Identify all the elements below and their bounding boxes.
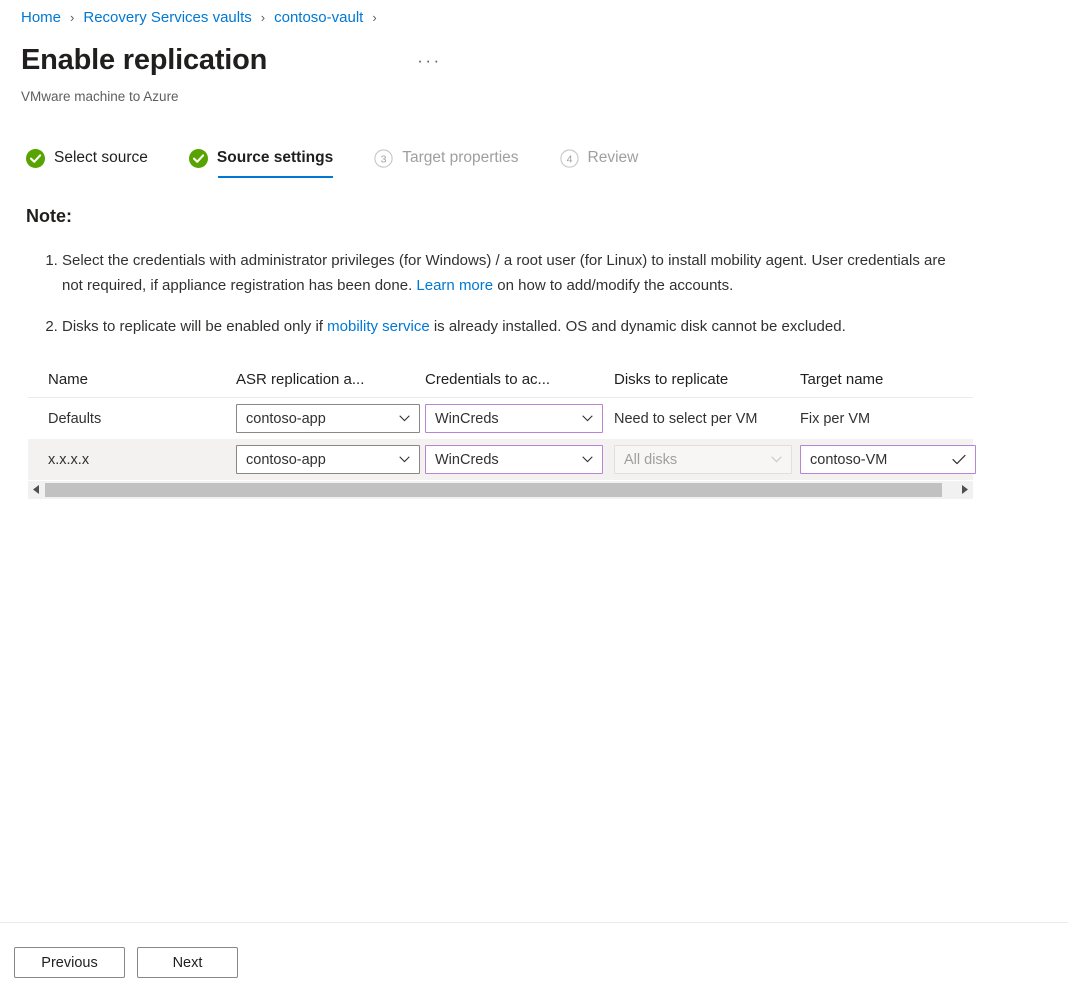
- chevron-right-icon: ›: [70, 10, 75, 25]
- note-item-disks-text-before: Disks to replicate will be enabled only …: [62, 318, 328, 335]
- check-circle-icon: [26, 148, 45, 168]
- wizard-step-review[interactable]: 4 Review: [559, 148, 639, 181]
- scroll-right-arrow-icon[interactable]: [956, 480, 973, 499]
- row-credentials-cell: WinCreds: [425, 404, 614, 433]
- asr-replication-policy-value: contoso-app: [246, 410, 326, 427]
- row-name: x.x.x.x: [48, 451, 90, 468]
- row-asr-policy-cell: contoso-app: [236, 445, 425, 474]
- note-item-disks: Disks to replicate will be enabled only …: [62, 314, 958, 339]
- column-header-credentials: Credentials to ac...: [425, 370, 551, 388]
- breadcrumb-item-contoso-vault[interactable]: contoso-vault: [274, 8, 363, 28]
- wizard-step-select-source[interactable]: Select source: [26, 148, 148, 181]
- scrollbar-thumb[interactable]: [45, 482, 943, 497]
- chevron-right-icon: ›: [260, 10, 266, 25]
- chevron-down-icon: [582, 456, 593, 463]
- target-name-input[interactable]: contoso-VM: [800, 445, 976, 474]
- column-header-asr-policy: ASR replication a...: [236, 370, 365, 388]
- wizard-steps: Select source Source settings 3 Target p…: [26, 148, 638, 181]
- table-header-row: Name ASR replication a... Credentials to…: [28, 362, 973, 398]
- horizontal-scrollbar[interactable]: [28, 480, 973, 499]
- wizard-step-source-settings[interactable]: Source settings: [188, 148, 334, 181]
- disks-to-replicate-dropdown: All disks: [614, 445, 792, 474]
- asr-replication-policy-dropdown[interactable]: contoso-app: [236, 404, 420, 433]
- row-disks-cell: All disks: [614, 445, 800, 474]
- column-header-name: Name: [48, 370, 89, 388]
- footer-divider: [0, 922, 1068, 923]
- mobility-service-link[interactable]: mobility service: [327, 318, 430, 335]
- column-header-target-name: Target name: [800, 370, 884, 388]
- step-number-circle-icon: 4: [559, 148, 579, 168]
- step-number-circle-icon: 3: [374, 148, 393, 168]
- column-header-disks: Disks to replicate: [614, 370, 729, 388]
- note-item-credentials-text-after: on how to add/modify the accounts.: [493, 277, 734, 294]
- disks-to-replicate-value: All disks: [624, 451, 678, 468]
- row-credentials-cell: WinCreds: [425, 445, 614, 474]
- wizard-step-label: Target properties: [402, 149, 519, 166]
- breadcrumb-item-recovery-services-vaults[interactable]: Recovery Services vaults: [83, 8, 251, 28]
- wizard-step-target-properties[interactable]: 3 Target properties: [374, 148, 519, 181]
- chevron-down-icon: [399, 456, 410, 463]
- wizard-step-label: Review: [587, 149, 639, 166]
- credentials-dropdown[interactable]: WinCreds: [425, 445, 603, 474]
- check-circle-icon: [188, 148, 208, 168]
- source-settings-table: Name ASR replication a... Credentials to…: [28, 362, 976, 499]
- credentials-dropdown[interactable]: WinCreds: [425, 404, 603, 433]
- row-name: Defaults: [48, 410, 102, 427]
- table-row: x.x.x.x contoso-app WinCreds All disks c…: [28, 439, 976, 480]
- breadcrumb: Home › Recovery Services vaults › contos…: [21, 8, 377, 28]
- row-asr-policy-cell: contoso-app: [236, 404, 425, 433]
- note-item-credentials: Select the credentials with administrato…: [62, 248, 958, 298]
- table-row: Defaults contoso-app WinCreds Need to se…: [28, 398, 973, 439]
- row-disks-value: Need to select per VM: [614, 410, 758, 427]
- learn-more-link[interactable]: Learn more: [416, 277, 493, 294]
- chevron-down-icon: [399, 415, 410, 422]
- footer-actions: Previous Next: [14, 947, 238, 978]
- asr-replication-policy-value: contoso-app: [246, 451, 326, 468]
- svg-text:3: 3: [381, 153, 387, 165]
- wizard-step-label: Source settings: [216, 149, 334, 166]
- credentials-value: WinCreds: [435, 451, 499, 468]
- page-title-row: Enable replication ···: [21, 40, 442, 80]
- enable-replication-page: Home › Recovery Services vaults › contos…: [0, 0, 1068, 990]
- page-title: Enable replication: [21, 44, 268, 76]
- asr-replication-policy-dropdown[interactable]: contoso-app: [236, 445, 420, 474]
- note-list: Select the credentials with administrato…: [26, 248, 958, 339]
- row-target-name-value: Fix per VM: [800, 410, 871, 427]
- row-target-name-cell: contoso-VM: [800, 445, 980, 474]
- breadcrumb-item-home[interactable]: Home: [21, 8, 61, 28]
- chevron-right-icon: ›: [372, 10, 377, 25]
- scrollbar-track[interactable]: [45, 480, 956, 499]
- chevron-down-icon: [582, 415, 593, 422]
- page-subtitle: VMware machine to Azure: [21, 89, 179, 104]
- note-heading: Note:: [26, 206, 72, 226]
- wizard-step-label: Select source: [54, 149, 148, 166]
- note-item-disks-text-after: is already installed. OS and dynamic dis…: [429, 318, 846, 335]
- chevron-down-icon: [771, 456, 782, 463]
- more-options-icon[interactable]: ···: [417, 52, 441, 69]
- svg-text:4: 4: [566, 153, 572, 165]
- scroll-left-arrow-icon[interactable]: [28, 480, 45, 499]
- target-name-value: contoso-VM: [810, 451, 888, 468]
- checkmark-icon: [952, 454, 966, 465]
- next-button[interactable]: Next: [137, 947, 238, 978]
- credentials-value: WinCreds: [435, 410, 499, 427]
- previous-button[interactable]: Previous: [14, 947, 125, 978]
